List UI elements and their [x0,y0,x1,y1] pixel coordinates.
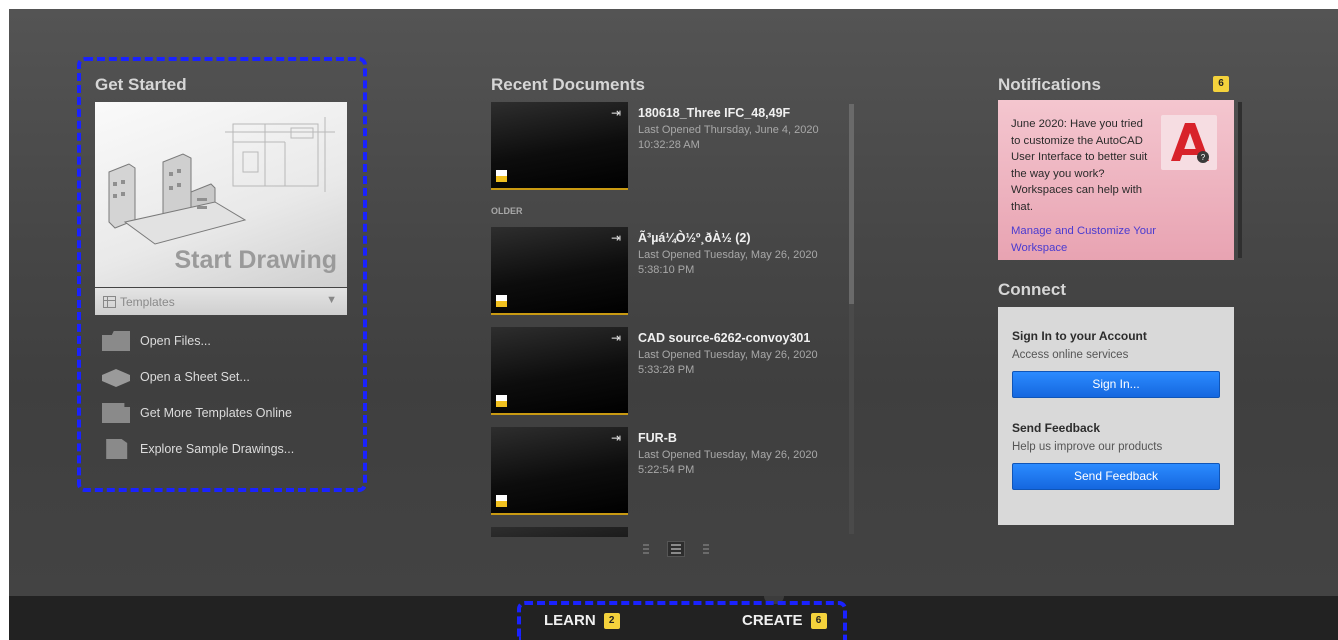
notification-card: June 2020: Have you tried to customize t… [998,100,1234,260]
scrollbar-thumb[interactable] [849,104,854,304]
document-thumbnail [491,227,628,315]
get-started-title: Get Started [95,75,187,94]
recent-documents-title: Recent Documents [491,75,645,94]
dwg-file-icon [496,170,507,182]
open-files-link[interactable]: Open Files... [102,329,211,353]
autocad-logo-icon: ? [1161,115,1217,170]
document-time: 5:22:54 PM [638,464,695,476]
explore-sample-drawings-link[interactable]: Explore Sample Drawings... [102,437,294,461]
start-drawing-button[interactable]: Start Drawing [95,102,347,287]
svg-text:?: ? [1201,153,1206,162]
recent-document-item[interactable]: ⇥ FUR-B Last Opened Tuesday, May 26, 202… [491,427,856,517]
dwg-file-icon [496,395,507,407]
document-thumbnail [491,527,628,537]
connect-title: Connect [998,280,1066,299]
tab-create-label: CREATE [742,612,803,629]
sign-in-heading: Sign In to your Account [1012,329,1147,343]
folder-icon [102,331,130,351]
notifications-scrollbar[interactable] [1238,102,1242,258]
notification-link[interactable]: Manage and Customize Your Workspace [1011,223,1201,256]
send-feedback-heading: Send Feedback [1012,421,1101,435]
create-count-badge: 6 [810,612,827,629]
open-files-label: Open Files... [140,334,211,348]
document-name: 180618_Three IFC_48,49F [638,106,791,120]
list-view-button[interactable] [697,541,715,557]
recent-documents-list[interactable]: ⇥ 180618_Three IFC_48,49F Last Opened Th… [491,102,856,537]
recent-document-item[interactable]: ⇥ 180618_Three IFC_48,49F Last Opened Th… [491,102,856,192]
template-grid-icon [103,295,116,308]
start-drawing-label: Start Drawing [174,246,337,274]
pin-icon[interactable]: ⇥ [611,231,621,245]
document-time: 10:32:28 AM [638,139,700,151]
notification-message: June 2020: Have you tried to customize t… [1011,118,1148,213]
sheet-set-icon [102,369,130,387]
tab-learn-label: LEARN [544,612,596,629]
document-thumbnail [491,427,628,515]
document-name: Ã³µá¼Ò½º¸ðÀ½ (2) [638,231,751,245]
document-thumbnail [491,102,628,190]
document-name: CAD source-6262-convoy301 [638,331,811,345]
older-group-label: OLDER [491,206,523,216]
document-last-opened: Last Opened Tuesday, May 26, 2020 [638,449,818,461]
get-more-templates-label: Get More Templates Online [140,406,292,420]
large-images-view-button[interactable] [637,541,655,557]
get-more-templates-link[interactable]: Get More Templates Online [102,401,292,425]
document-time: 5:38:10 PM [638,264,695,276]
sample-drawings-icon [106,439,128,459]
notifications-title: Notifications [998,75,1101,94]
dwg-file-icon [496,495,507,507]
sign-in-button[interactable]: Sign In... [1012,371,1220,398]
document-name: FUR-B [638,431,677,445]
sign-in-subtext: Access online services [1012,349,1129,361]
notifications-count-badge: 6 [1213,76,1229,92]
open-sheet-set-label: Open a Sheet Set... [140,370,250,384]
start-tab-screen: Get Started Start Drawing Templates ▼ Op… [9,9,1338,640]
view-mode-switch [637,541,715,557]
recent-document-item[interactable]: ⇥ CAD source-6262-convoy301 Last Opened … [491,327,856,417]
document-last-opened: Last Opened Thursday, June 4, 2020 [638,124,819,136]
recent-document-item[interactable]: ⇥ Ã³µá¼Ò½º¸ðÀ½ (2) Last Opened Tuesday, … [491,227,856,317]
connect-card: Sign In to your Account Access online se… [998,307,1234,525]
templates-label: Templates [120,294,175,309]
pin-icon[interactable]: ⇥ [611,431,621,445]
send-feedback-button[interactable]: Send Feedback [1012,463,1220,490]
tab-learn[interactable]: LEARN 2 [544,612,620,629]
document-thumbnail [491,327,628,415]
recent-document-item-partial[interactable] [491,527,856,537]
document-last-opened: Last Opened Tuesday, May 26, 2020 [638,249,818,261]
dwg-file-icon [496,295,507,307]
chevron-down-icon: ▼ [326,294,337,306]
pin-icon[interactable]: ⇥ [611,106,621,120]
tab-create[interactable]: CREATE 6 [742,612,827,629]
document-last-opened: Last Opened Tuesday, May 26, 2020 [638,349,818,361]
templates-dropdown[interactable]: Templates ▼ [95,288,347,315]
learn-count-badge: 2 [603,612,620,629]
pin-icon[interactable]: ⇥ [611,331,621,345]
templates-online-icon [102,403,130,423]
document-time: 5:33:28 PM [638,364,695,376]
explore-sample-drawings-label: Explore Sample Drawings... [140,442,295,456]
recent-documents-scrollbar[interactable] [849,104,854,534]
open-sheet-set-link[interactable]: Open a Sheet Set... [102,365,250,389]
small-images-view-button[interactable] [667,541,685,557]
send-feedback-subtext: Help us improve our products [1012,441,1163,453]
